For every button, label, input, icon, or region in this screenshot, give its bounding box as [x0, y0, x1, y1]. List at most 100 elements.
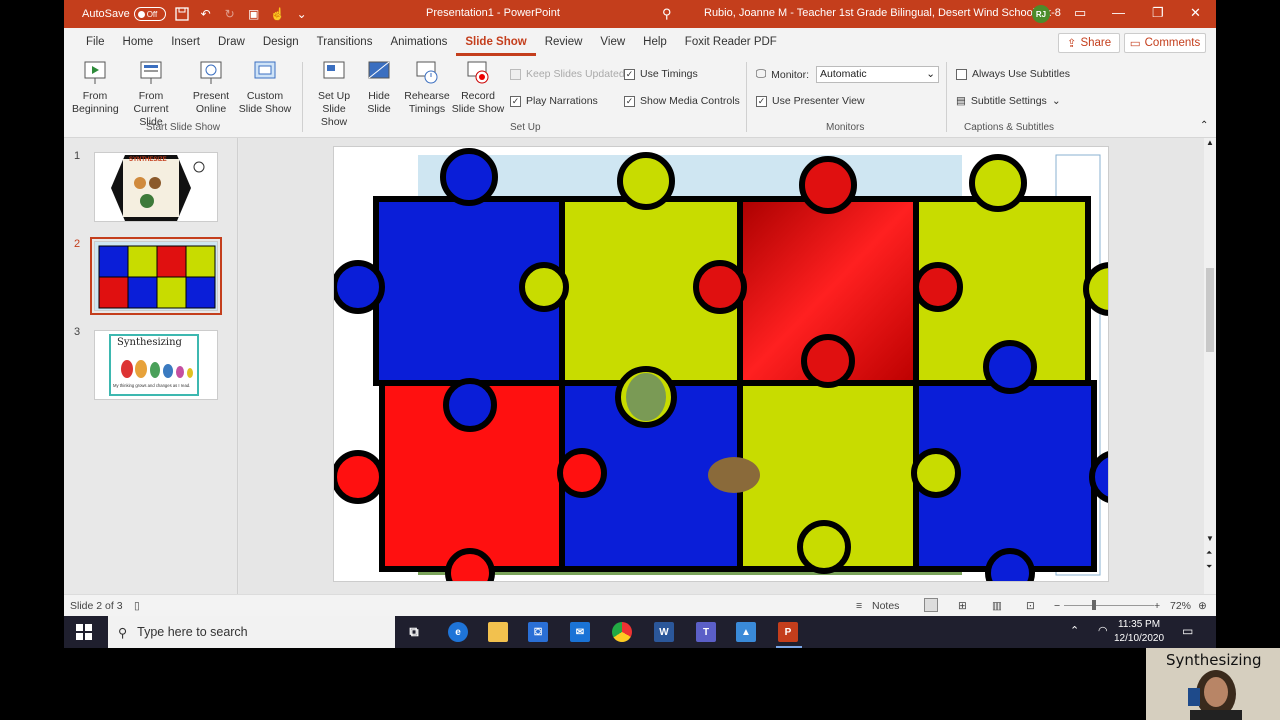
photos-icon[interactable]: ▲	[736, 622, 756, 642]
slide1-preview	[111, 155, 205, 221]
search-icon[interactable]: ⚲	[662, 6, 672, 22]
notes-button[interactable]: Notes	[872, 600, 899, 612]
zoom-in-icon[interactable]: +	[1154, 600, 1160, 612]
system-clock[interactable]: 11:35 PM 12/10/2020	[1114, 618, 1164, 646]
group-divider	[946, 62, 947, 132]
rehearse-button[interactable]: Rehearse Timings	[404, 60, 450, 116]
hide-slide-button[interactable]: Hide Slide	[362, 60, 396, 116]
accessibility-icon[interactable]: ▯	[134, 600, 140, 612]
chrome-icon[interactable]	[612, 622, 632, 642]
tab-foxit[interactable]: Foxit Reader PDF	[676, 28, 786, 56]
presenter-view-checkbox[interactable]: ✓ Use Presenter View	[756, 95, 865, 107]
previous-slide-icon[interactable]: ⏶	[1206, 548, 1212, 558]
subtitle-settings-label: Subtitle Settings	[970, 95, 1047, 107]
rehearse-timings-icon	[415, 60, 439, 86]
comments-label: Comments	[1144, 37, 1201, 49]
zoom-slider[interactable]	[1064, 605, 1154, 606]
minimize-icon[interactable]: —	[1112, 5, 1125, 20]
touch-mode-icon[interactable]: ☝	[270, 6, 286, 22]
puzzle-image[interactable]	[334, 147, 1109, 582]
tab-help[interactable]: Help	[634, 28, 676, 56]
redo-icon[interactable]: ↻	[222, 6, 238, 22]
comments-button[interactable]: ▭ Comments	[1124, 33, 1206, 53]
tab-review[interactable]: Review	[536, 28, 592, 56]
slide3-title: Synthesizing	[117, 337, 182, 348]
play-narrations-checkbox[interactable]: ✓ Play Narrations	[510, 95, 598, 107]
scrollbar-thumb[interactable]	[1206, 268, 1214, 352]
restore-icon[interactable]: ❐	[1152, 5, 1164, 21]
taskbar-search[interactable]: ⚲ Type here to search	[108, 616, 395, 648]
notifications-icon[interactable]: ▭	[1182, 624, 1193, 638]
from-beginning-button[interactable]: From Beginning	[72, 60, 119, 116]
scroll-up-icon[interactable]: ▲	[1206, 138, 1214, 147]
autosave[interactable]: AutoSave Off	[82, 7, 166, 21]
show-media-checkbox[interactable]: ✓ Show Media Controls	[624, 95, 740, 107]
store-icon[interactable]: ⛋	[528, 622, 548, 642]
slide-thumbnail-2[interactable]	[90, 237, 222, 315]
notes-icon[interactable]: ≡	[856, 600, 862, 612]
slideshow-view-icon[interactable]: ⊡	[1026, 600, 1035, 612]
play-from-start-icon	[83, 60, 107, 86]
wifi-icon[interactable]: ◠	[1098, 624, 1108, 637]
from-current-button[interactable]: From Current Slide	[122, 60, 180, 129]
mail-icon[interactable]: ✉	[570, 622, 590, 642]
collapse-ribbon-icon[interactable]: ⌃	[1200, 120, 1208, 131]
tab-transitions[interactable]: Transitions	[308, 28, 382, 56]
next-slide-icon[interactable]: ⏷	[1206, 562, 1212, 572]
share-button[interactable]: ⇪ Share	[1058, 33, 1120, 53]
zoom-level[interactable]: 72%	[1170, 600, 1191, 612]
slide-thumbnail-3[interactable]: Synthesizing My thinking grows and chang…	[94, 330, 218, 400]
group-start-slide-show: Start Slide Show	[146, 122, 220, 133]
record-button[interactable]: Record Slide Show	[450, 60, 506, 116]
zoom-slider-handle[interactable]	[1092, 600, 1096, 610]
start-from-beginning-icon[interactable]: ▣	[246, 6, 262, 22]
show-hidden-icons-icon[interactable]: ⌃	[1070, 624, 1079, 637]
windows-start-icon[interactable]	[76, 624, 92, 643]
setup-show-button[interactable]: Set Up Slide Show	[308, 60, 360, 129]
slide-thumbnail-1[interactable]: SYNTHESIZE	[94, 152, 218, 222]
scroll-down-icon[interactable]: ▼	[1206, 534, 1214, 543]
tab-insert[interactable]: Insert	[162, 28, 209, 56]
word-icon[interactable]: W	[654, 622, 674, 642]
zoom-out-icon[interactable]: −	[1054, 600, 1060, 612]
slide-sorter-icon[interactable]: ⊞	[958, 600, 967, 612]
task-view-icon[interactable]: ⧉	[404, 622, 424, 642]
custom-show-button[interactable]: Custom Slide Show	[234, 60, 296, 116]
teams-icon[interactable]: T	[696, 622, 716, 642]
autosave-toggle[interactable]: Off	[133, 7, 166, 21]
tab-draw[interactable]: Draw	[209, 28, 254, 56]
ribbon-display-icon[interactable]: ▭	[1074, 5, 1086, 21]
tab-home[interactable]: Home	[114, 28, 163, 56]
customize-qat-icon[interactable]: ⌄	[294, 6, 310, 22]
current-slide[interactable]	[333, 146, 1109, 582]
clock-date: 12/10/2020	[1114, 633, 1165, 644]
always-subtitles-checkbox[interactable]: Always Use Subtitles	[956, 68, 1070, 80]
powerpoint-icon[interactable]: P	[778, 622, 798, 642]
tab-animations[interactable]: Animations	[381, 28, 456, 56]
group-divider	[302, 62, 303, 132]
play-narrations-label: Play Narrations	[526, 95, 598, 107]
tab-view[interactable]: View	[591, 28, 634, 56]
subtitle-settings-button[interactable]: ▤ Subtitle Settings ⌄	[956, 95, 1061, 107]
reading-view-icon[interactable]: ▥	[992, 600, 1002, 612]
edge-icon[interactable]: e	[448, 622, 468, 642]
custom-show-icon	[253, 60, 277, 86]
normal-view-icon[interactable]	[924, 598, 938, 612]
undo-icon[interactable]: ↶	[198, 6, 214, 22]
tab-design[interactable]: Design	[254, 28, 308, 56]
monitor-label-text: Monitor:	[771, 68, 810, 81]
close-icon[interactable]: ✕	[1190, 5, 1201, 21]
avatar[interactable]: RJ	[1032, 5, 1050, 23]
fit-to-window-icon[interactable]: ⊕	[1198, 600, 1207, 612]
file-explorer-icon[interactable]	[488, 622, 508, 642]
active-app-indicator	[776, 646, 802, 648]
tab-file[interactable]: File	[77, 28, 114, 56]
toggle-dot	[137, 10, 145, 18]
vertical-scrollbar[interactable]: ▲ ▼ ⏶ ⏷	[1204, 138, 1216, 594]
tab-slide-show[interactable]: Slide Show	[456, 28, 536, 56]
use-timings-checkbox[interactable]: ✓ Use Timings	[624, 68, 698, 80]
slide-number: 1	[74, 150, 81, 162]
save-icon[interactable]	[174, 6, 190, 22]
present-online-button[interactable]: Present Online	[188, 60, 234, 116]
monitor-select[interactable]: Automatic ⌄	[816, 66, 939, 83]
